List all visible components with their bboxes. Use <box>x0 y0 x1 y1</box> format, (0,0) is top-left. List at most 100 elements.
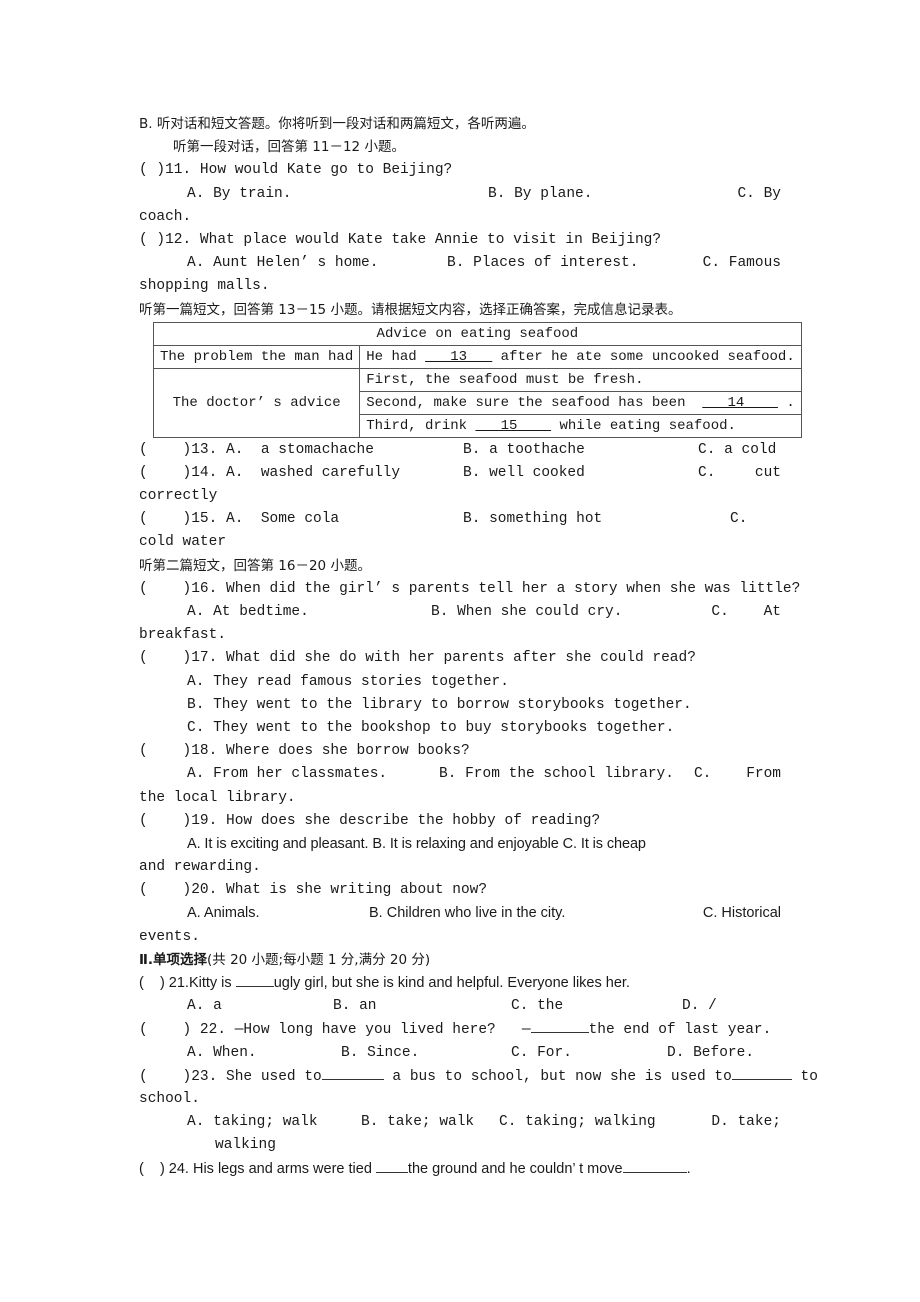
q16-option-b: B. When she could cry. <box>431 604 623 620</box>
q18-options: A. From her classmates. B. From the scho… <box>139 763 781 786</box>
q12-options: A. Aunt Helen’ s home. B. Places of inte… <box>139 252 781 275</box>
q21-options: A. a B. an C. the D. / <box>139 995 781 1018</box>
q22-blank <box>530 1018 589 1034</box>
q20-option-a: A. Animals. <box>187 905 260 922</box>
q22-stem-post: the end of last year. <box>588 1022 772 1039</box>
dialogue-intro: 听第一段对话，回答第 11－12 小题。 <box>173 139 405 156</box>
section-ii-title: Ⅱ.单项选择 <box>139 951 208 968</box>
q23-stem-pre: ( )23. She used to <box>139 1068 322 1085</box>
q13-option-c: C. a cold <box>698 441 777 458</box>
blank-15: 15 <box>475 417 552 434</box>
q14-option-b: B. well cooked <box>463 464 585 481</box>
section-ii-scoring: (共 20 小题;每小题 1 分,满分 20 分) <box>207 951 431 968</box>
section-ii-heading: Ⅱ.单项选择(共 20 小题;每小题 1 分,满分 20 分) <box>139 949 781 972</box>
q24-stem: ( ) 24. His legs and arms were tied the … <box>139 1158 781 1181</box>
q18-option-b: B. From the school library. <box>439 766 674 783</box>
q15: ( )15. A. Some cola B. something hot C. <box>139 508 781 531</box>
q22-stem: ( ) 22. —How long have you lived here? —… <box>139 1018 781 1041</box>
q18-option-a: A. From her classmates. <box>187 766 388 783</box>
exam-page: B. 听对话和短文答题。你将听到一段对话和两篇短文，各听两遍。 听第一段对话，回… <box>139 113 818 1181</box>
q24-stem-mid: the ground and he couldn’ t move <box>407 1160 623 1177</box>
q20-option-b: B. Children who live in the city. <box>369 905 566 922</box>
q20-option-c: C. Historical <box>702 905 781 922</box>
q21-option-b: B. an <box>333 998 377 1015</box>
q21-stem: ( ) 21.Kitty is ugly girl, but she is ki… <box>139 972 781 995</box>
q24-stem-pre: ( ) 24. His legs and arms were tied <box>139 1160 376 1177</box>
q16-stem: ( )16. When did the girl’ s parents tell… <box>139 580 801 597</box>
q22-option-d: D. Before. <box>667 1044 755 1061</box>
q12-option-b: B. Places of interest. <box>447 255 639 272</box>
q15-option-c: C. <box>730 511 748 528</box>
q17-option-b: B. They went to the library to borrow st… <box>187 696 692 713</box>
q15-option-b: B. something hot <box>463 511 603 528</box>
q16-option-c: C. At <box>711 604 781 620</box>
advice-1: First, the seafood must be fresh. <box>359 367 802 392</box>
table-title: Advice on eating seafood <box>153 321 802 346</box>
q22-option-b: B. Since. <box>341 1044 420 1061</box>
q23-blank-1 <box>321 1065 384 1080</box>
q14-option-c-word: cut <box>754 464 781 481</box>
q18-stem: ( )18. Where does she borrow books? <box>139 743 470 760</box>
advice-3: Third, drink 15 while eating seafood. <box>359 413 802 438</box>
q15-option-c-cont: cold water <box>139 534 227 551</box>
blank-14: 14 <box>702 394 778 411</box>
q22-stem-pre: ( ) 22. —How long have you lived here? — <box>139 1022 531 1039</box>
q18-option-c-cont: the local library. <box>139 789 296 806</box>
q23-blank-2 <box>731 1065 792 1080</box>
q22-option-c: C. For. <box>511 1044 572 1061</box>
q11-stem: ( )11. How would Kate go to Beijing? <box>139 162 453 179</box>
q22-option-a: A. When. <box>187 1044 257 1061</box>
q20-option-c-cont: events. <box>139 928 200 945</box>
blank-13: 13 <box>425 348 493 365</box>
row-label-problem: The problem the man had <box>152 344 361 369</box>
q24-blank-2 <box>622 1158 687 1173</box>
q19-options: A. It is exciting and pleasant. B. It is… <box>187 835 646 852</box>
q13-stem: ( )13. A. a stomachache <box>139 441 374 458</box>
passage2-intro: 听第二篇短文，回答第 16－20 小题。 <box>139 557 371 574</box>
advice-3-post: while eating seafood. <box>551 417 736 434</box>
q21-stem-post: ugly girl, but she is kind and helpful. … <box>273 975 630 991</box>
advice-2-pre: Second, make sure the seafood has been <box>366 394 703 411</box>
q23-options: A. taking; walk B. take; walk C. taking;… <box>139 1111 781 1134</box>
advice-2: Second, make sure the seafood has been 1… <box>359 390 802 415</box>
q14-stem: ( )14. A. washed carefully <box>139 464 401 481</box>
q15-stem: ( )15. A. Some cola <box>139 511 340 528</box>
q23-option-d-cont: walking <box>215 1137 276 1154</box>
q11-option-b: B. By plane. <box>488 185 593 202</box>
q24-blank-1 <box>375 1158 408 1173</box>
q21-blank <box>235 972 274 987</box>
q13: ( )13. A. a stomachache B. a toothache C… <box>139 439 781 462</box>
q23-option-d: D. take; <box>711 1114 781 1131</box>
q16-options: A. At bedtime. B. When she could cry. C.… <box>139 601 781 624</box>
q16-option-c-cont: breakfast. <box>139 627 227 644</box>
q23-option-c: C. taking; walking <box>499 1114 656 1131</box>
q16-option-a: A. At bedtime. <box>187 604 309 620</box>
row-label-advice: The doctor’ s advice <box>152 367 361 438</box>
problem-text-pre: He had <box>366 348 426 365</box>
q23-stem-cont: school. <box>139 1090 200 1107</box>
advice-2-post: . <box>777 394 795 411</box>
q17-option-a: A. They read famous stories together. <box>187 673 509 690</box>
q23-option-b: B. take; walk <box>361 1114 475 1131</box>
q11-options: A. By train. B. By plane. C. By <box>139 183 781 206</box>
q21-option-c: C. the <box>511 998 564 1015</box>
q14: ( )14. A. washed carefully B. well cooke… <box>139 462 781 485</box>
q19-option-c-cont: and rewarding. <box>139 859 261 876</box>
q23-stem-mid: a bus to school, but now she is used to <box>383 1068 732 1085</box>
problem-text-post: after he ate some uncooked seafood. <box>492 348 795 365</box>
row-problem-cell: He had 13 after he ate some uncooked sea… <box>359 344 802 369</box>
q20-options: A. Animals. B. Children who live in the … <box>139 902 781 925</box>
section-b-heading: B. 听对话和短文答题。你将听到一段对话和两篇短文，各听两遍。 <box>139 116 535 132</box>
q22-options: A. When. B. Since. C. For. D. Before. <box>139 1042 781 1065</box>
q20-stem: ( )20. What is she writing about now? <box>139 882 488 899</box>
q17-option-c: C. They went to the bookshop to buy stor… <box>187 719 675 736</box>
q14-option-c-cont: correctly <box>139 488 218 505</box>
passage1-intro: 听第一篇短文，回答第 13－15 小题。请根据短文内容，选择正确答案，完成信息记… <box>139 301 682 318</box>
q21-stem-pre: ( ) 21.Kitty is <box>139 975 236 991</box>
q11-option-c-cont: coach. <box>139 208 192 225</box>
q24-stem-post: . <box>686 1160 691 1177</box>
q13-option-b: B. a toothache <box>463 441 585 458</box>
q21-option-a: A. a <box>187 998 222 1015</box>
q14-option-c: C. <box>698 464 716 481</box>
q12-option-c: C. Famous <box>702 255 781 272</box>
